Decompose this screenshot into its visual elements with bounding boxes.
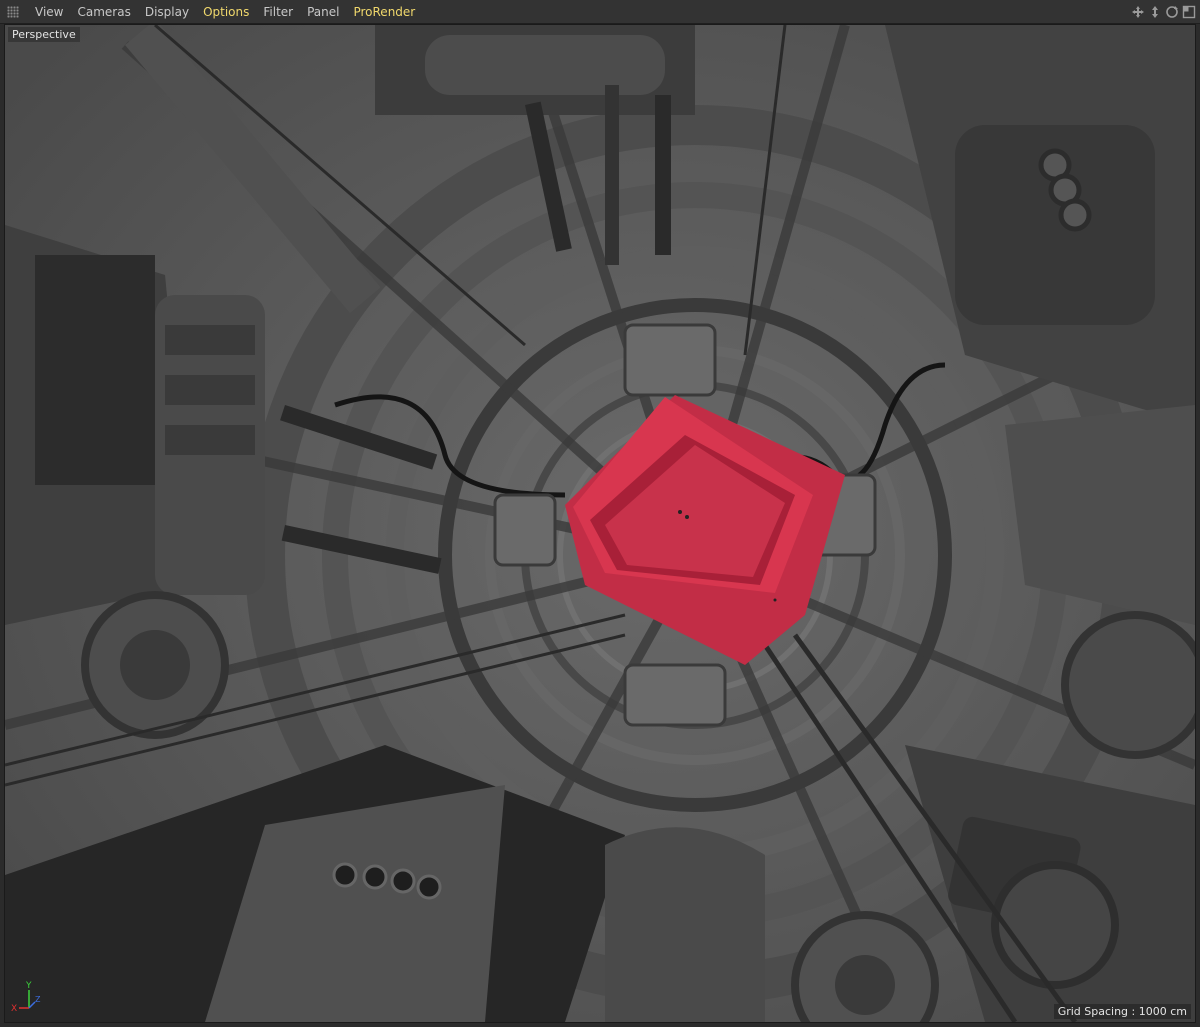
panel-grip-icon[interactable] (7, 6, 19, 18)
perspective-viewport[interactable]: Perspective Y X Z Grid Spacing : 1000 cm (4, 24, 1196, 1023)
menu-prorender[interactable]: ProRender (346, 0, 422, 24)
camera-label: Perspective (8, 27, 80, 42)
scene-render[interactable] (5, 25, 1195, 1022)
grid-spacing-label: Grid Spacing : 1000 cm (1053, 1004, 1191, 1019)
dolly-view-icon[interactable] (1148, 4, 1162, 18)
menu-options[interactable]: Options (196, 0, 256, 24)
menu-panel[interactable]: Panel (300, 0, 346, 24)
menu-view[interactable]: View (28, 0, 70, 24)
axis-z-label: Z (35, 995, 41, 1004)
menu-cameras[interactable]: Cameras (70, 0, 137, 24)
axis-y-label: Y (25, 981, 32, 991)
menu-display[interactable]: Display (138, 0, 196, 24)
view-navigation-icons (1131, 4, 1196, 19)
axis-x-label: X (11, 1004, 17, 1014)
rotate-view-icon[interactable] (1165, 4, 1179, 18)
maximize-view-icon[interactable] (1182, 4, 1196, 19)
move-view-icon[interactable] (1131, 4, 1145, 18)
axis-gizmo: Y X Z (9, 978, 49, 1018)
viewport-menu: View Cameras Display Options Filter Pane… (28, 0, 422, 24)
viewport-menubar: View Cameras Display Options Filter Pane… (0, 0, 1200, 24)
menu-filter[interactable]: Filter (256, 0, 300, 24)
